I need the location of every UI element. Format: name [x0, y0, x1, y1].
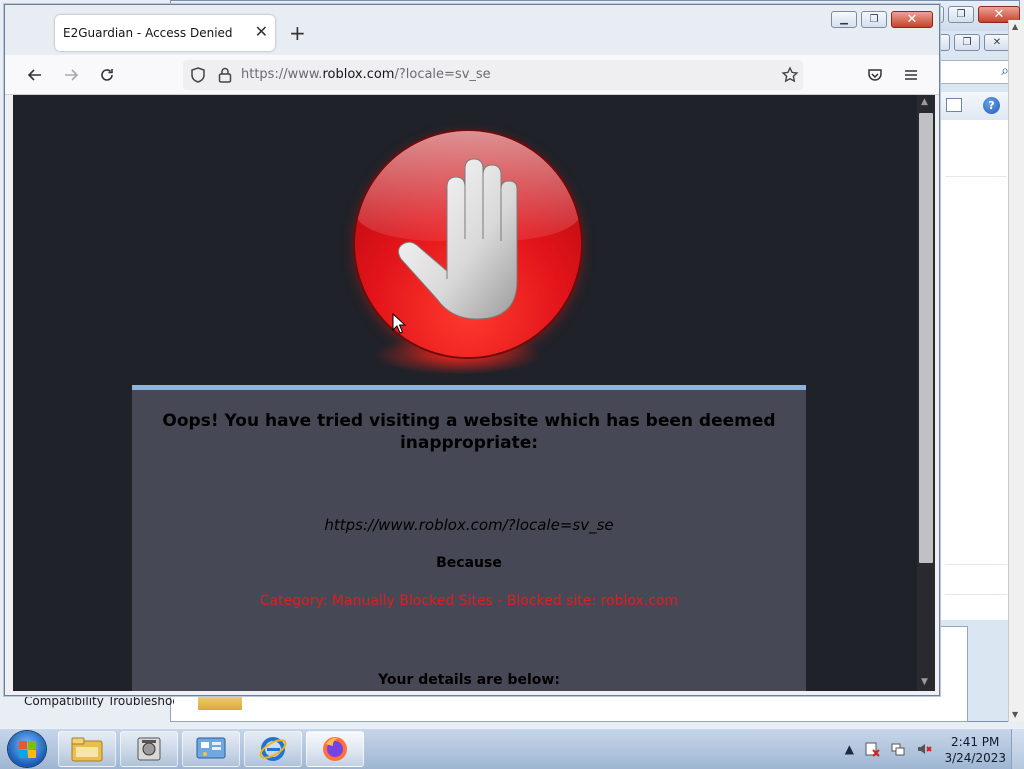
forward-arrow-icon	[65, 69, 79, 81]
tracking-protection-shield-icon[interactable]	[189, 66, 207, 84]
background-content-pane	[940, 120, 1017, 620]
taskbar-archive-tool[interactable]	[120, 731, 178, 767]
window-controls: ▁ ❐ ✕	[831, 11, 933, 28]
hamburger-menu-icon	[905, 70, 917, 80]
close-button[interactable]: ✕	[891, 11, 933, 28]
maximize-button[interactable]: ❐	[861, 11, 887, 28]
page-scrollbar[interactable]: ▲ ▼	[917, 95, 935, 691]
tray-overflow-icon[interactable]: ▲	[845, 742, 854, 756]
internet-explorer-icon	[259, 737, 287, 761]
because-label: Because	[436, 555, 502, 571]
tab-title: E2Guardian - Access Denied	[63, 26, 233, 40]
taskbar-explorer[interactable]	[58, 731, 116, 767]
show-desktop-button[interactable]	[1011, 729, 1024, 769]
network-icon[interactable]	[890, 741, 906, 757]
close-button[interactable]: ✕	[984, 34, 1010, 51]
pocket-button[interactable]	[863, 63, 887, 87]
maximize-button[interactable]: ❐	[954, 34, 980, 51]
reload-button[interactable]	[95, 63, 119, 87]
system-tray: ▲	[845, 741, 932, 757]
tab-close-icon[interactable]: ✕	[255, 22, 268, 41]
firefox-window: E2Guardian - Access Denied ✕ + ▁ ❐ ✕ htt…	[4, 4, 940, 696]
navigation-toolbar: https://www.roblox.com/?locale=sv_se	[5, 55, 939, 95]
background-scrollbar[interactable]: ▲ ▼	[1008, 20, 1024, 722]
volume-muted-icon[interactable]	[916, 741, 932, 757]
taskbar-firefox[interactable]	[306, 731, 364, 767]
block-category: Category: Manually Blocked Sites - Block…	[259, 593, 679, 609]
taskbar: ▲ 2:41 PM 3/24/2023	[0, 728, 1024, 769]
taskbar-control-panel[interactable]	[182, 731, 240, 767]
url-prefix: https://www.	[241, 67, 323, 82]
minimize-button[interactable]: ▁	[831, 11, 857, 28]
scroll-up-icon[interactable]: ▲	[921, 97, 928, 107]
taskbar-internet-explorer[interactable]	[244, 731, 302, 767]
reload-icon	[101, 69, 113, 81]
address-bar[interactable]: https://www.roblox.com/?locale=sv_se	[183, 60, 803, 90]
details-label: Your details are below:	[378, 672, 560, 688]
preview-pane-icon[interactable]	[946, 98, 962, 112]
stop-hand-icon	[355, 131, 581, 357]
start-button[interactable]	[8, 731, 46, 767]
scrollbar-thumb[interactable]	[919, 113, 933, 563]
clock-time: 2:41 PM	[951, 735, 1000, 749]
blocked-url: https://www.roblox.com/?locale=sv_se	[324, 516, 614, 534]
lock-icon[interactable]	[217, 66, 233, 84]
new-tab-button[interactable]: +	[289, 21, 306, 45]
troubleshooter-label[interactable]: Compatibility Troubleshoo	[24, 694, 174, 708]
windows-logo-icon	[19, 741, 36, 758]
clock[interactable]: 2:41 PM 3/24/2023	[944, 734, 1006, 766]
control-panel-icon	[196, 737, 226, 759]
back-arrow-icon	[27, 69, 41, 81]
forward-button[interactable]	[59, 63, 83, 87]
help-icon[interactable]: ?	[983, 97, 1000, 114]
firefox-icon	[323, 737, 347, 761]
scroll-down-icon[interactable]: ▼	[1012, 710, 1018, 719]
block-message-panel: Oops! You have tried visiting a website …	[132, 385, 806, 691]
scroll-down-icon[interactable]: ▼	[921, 677, 928, 687]
url-text[interactable]: https://www.roblox.com/?locale=sv_se	[241, 67, 491, 82]
url-host: roblox.com	[322, 67, 395, 82]
tab-access-denied[interactable]: E2Guardian - Access Denied ✕	[55, 15, 275, 51]
bookmark-star-icon[interactable]	[781, 66, 799, 84]
scroll-up-icon[interactable]: ▲	[1012, 22, 1018, 31]
action-center-icon[interactable]	[864, 741, 880, 757]
pocket-icon	[868, 69, 882, 81]
maximize-button[interactable]: ❐	[948, 6, 974, 23]
back-button[interactable]	[23, 63, 47, 87]
clock-date: 3/24/2023	[944, 751, 1006, 765]
page-content: Oops! You have tried visiting a website …	[13, 95, 917, 691]
url-suffix: /?locale=sv_se	[394, 67, 491, 82]
disk-utility-icon	[137, 737, 161, 761]
block-heading: Oops! You have tried visiting a website …	[162, 411, 776, 453]
tab-bar: E2Guardian - Access Denied ✕ + ▁ ❐ ✕	[5, 5, 939, 55]
menu-button[interactable]	[899, 63, 923, 87]
folder-icon	[71, 737, 103, 762]
mouse-cursor-icon	[392, 313, 406, 334]
